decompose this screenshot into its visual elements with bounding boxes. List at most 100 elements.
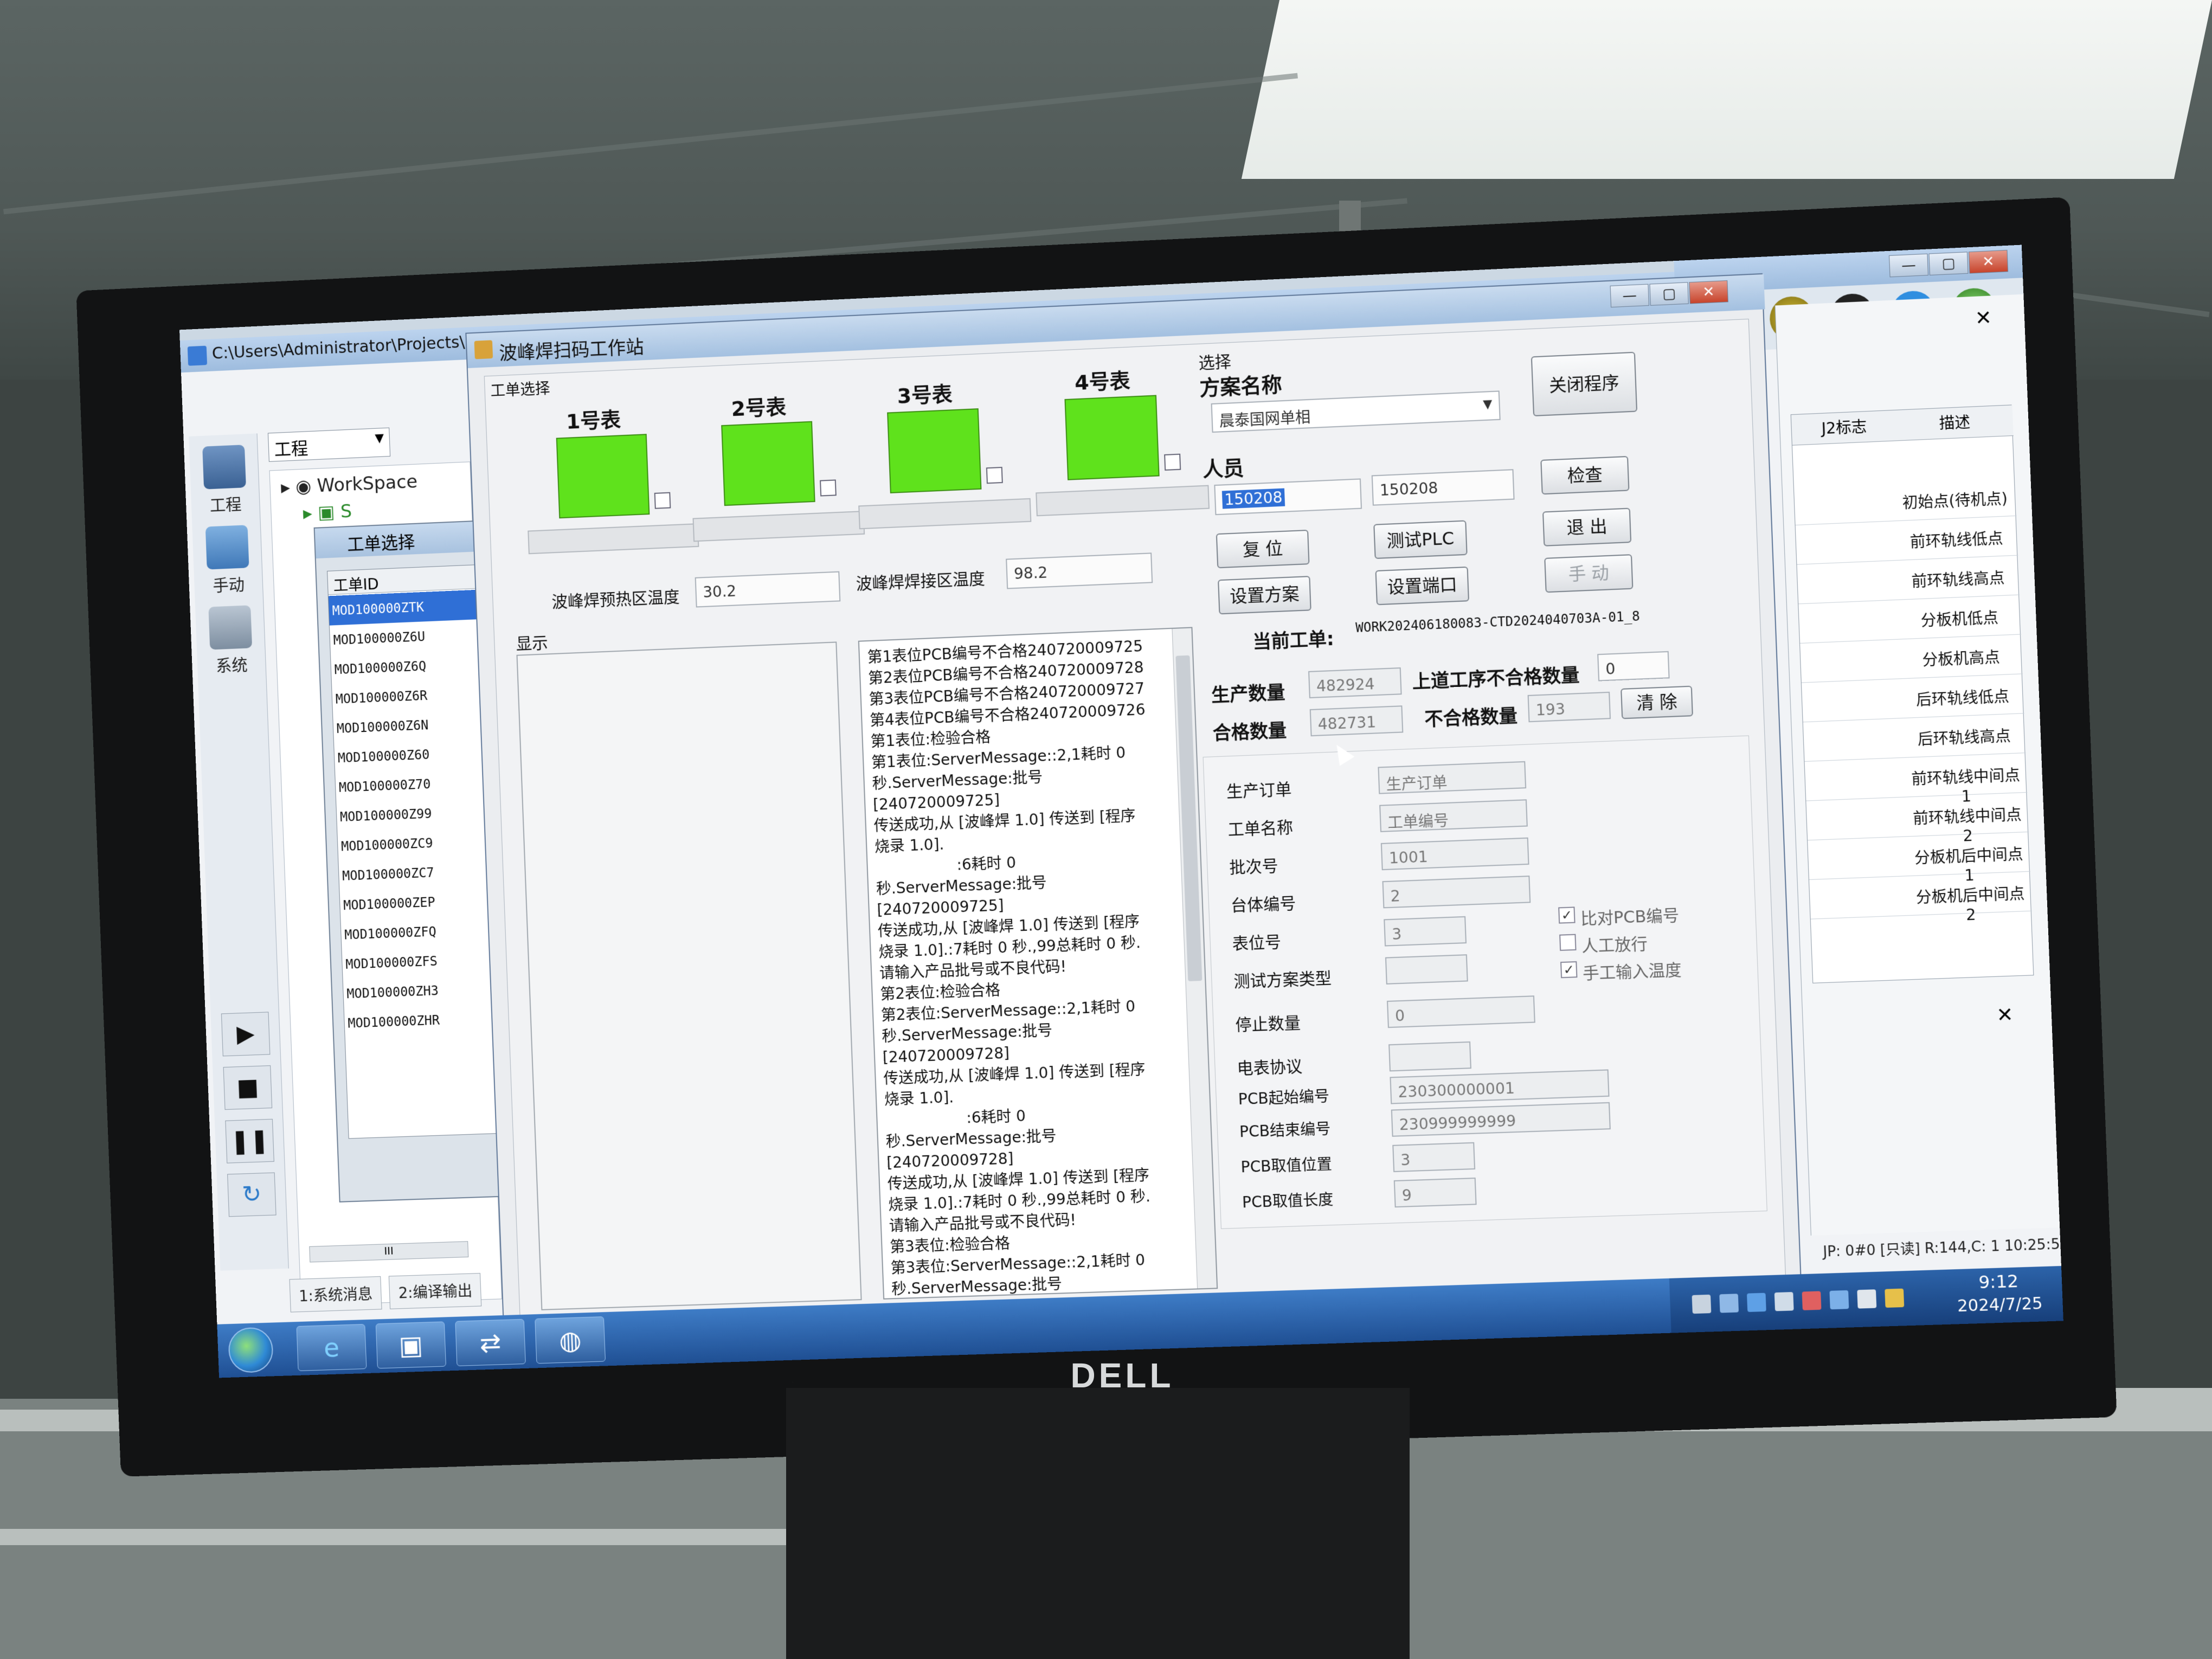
protocol-field[interactable] bbox=[1388, 1041, 1471, 1072]
pcb-pos-field[interactable]: 3 bbox=[1392, 1142, 1476, 1173]
chevron-down-icon: ▼ bbox=[1482, 397, 1493, 411]
close-icon[interactable]: ✕ bbox=[1996, 1004, 2014, 1027]
plan-select-value: 晨泰国网单相 bbox=[1219, 408, 1311, 430]
meter-2-bar bbox=[692, 511, 865, 542]
check-button[interactable]: 检查 bbox=[1540, 455, 1630, 495]
pcb-end-field[interactable]: 230999999999 bbox=[1391, 1102, 1611, 1137]
close-program-button[interactable]: 关闭程序 bbox=[1531, 351, 1638, 417]
log-textbox[interactable]: 第1表位PCB编号不合格240720009725 第2表位PCB编号不合格240… bbox=[858, 627, 1218, 1300]
minimize-button[interactable]: — bbox=[1610, 284, 1649, 308]
project-combo[interactable]: 工程 ▼ bbox=[267, 427, 391, 462]
solder-temp-label: 波峰焊焊接区温度 bbox=[856, 569, 986, 594]
app-icon bbox=[187, 345, 208, 366]
rail bbox=[0, 1529, 813, 1545]
tray-icon[interactable] bbox=[1829, 1290, 1849, 1310]
volume-icon[interactable] bbox=[1802, 1291, 1822, 1310]
batch-field[interactable]: 1001 bbox=[1380, 837, 1529, 871]
manual-button[interactable]: 手 动 bbox=[1544, 554, 1634, 593]
position-field[interactable]: 3 bbox=[1384, 916, 1467, 947]
meter-3-status bbox=[887, 408, 982, 494]
pause-button[interactable]: ❚❚ bbox=[225, 1118, 274, 1163]
person-display-field[interactable]: 150208 bbox=[1371, 469, 1515, 506]
meter-1-checkbox[interactable] bbox=[654, 492, 671, 509]
stop-button[interactable]: ■ bbox=[223, 1065, 273, 1110]
pcb-len-field[interactable]: 9 bbox=[1393, 1178, 1477, 1208]
manual-temp-label: 手工输入温度 bbox=[1582, 961, 1682, 983]
person-label: 人员 bbox=[1202, 455, 1245, 482]
test-type-label: 测试方案类型 bbox=[1233, 969, 1332, 992]
pcb-start-field[interactable]: 230300000001 bbox=[1390, 1069, 1610, 1104]
start-button[interactable] bbox=[228, 1327, 274, 1373]
tray-icon[interactable] bbox=[1857, 1289, 1877, 1309]
close-button[interactable]: ✕ bbox=[1968, 249, 2009, 274]
fail-qty-label: 不合格数量 bbox=[1424, 705, 1518, 731]
meter-2-status bbox=[721, 421, 815, 506]
solder-temp-field[interactable]: 98.2 bbox=[1006, 552, 1153, 589]
meter-2-checkbox[interactable] bbox=[820, 479, 837, 497]
manual-release-label: 人工放行 bbox=[1581, 934, 1648, 956]
app-title: 波峰焊扫码工作站 bbox=[498, 336, 645, 365]
stop-qty-field[interactable]: 0 bbox=[1387, 995, 1535, 1028]
minimize-button[interactable]: — bbox=[1889, 253, 1928, 278]
set-port-button[interactable]: 设置端口 bbox=[1375, 566, 1469, 606]
bench-field[interactable]: 2 bbox=[1382, 876, 1531, 909]
row-desc: 分板机后中间点2 bbox=[1915, 884, 2025, 924]
project-icon bbox=[202, 445, 246, 490]
app-taskbar-button[interactable]: ⇄ bbox=[455, 1319, 526, 1366]
tree-workspace[interactable]: ▸ ◉ WorkSpace bbox=[280, 471, 417, 499]
meter-3-bar bbox=[858, 498, 1032, 530]
prev-fail-field[interactable]: 0 bbox=[1597, 651, 1670, 681]
clock-time[interactable]: 9:12 bbox=[1978, 1271, 2019, 1293]
system-button[interactable]: 系统 bbox=[201, 605, 261, 683]
refresh-button[interactable]: ↻ bbox=[227, 1172, 276, 1217]
hand-icon bbox=[205, 525, 249, 570]
test-type-field[interactable] bbox=[1385, 954, 1468, 985]
manual-button[interactable]: 手动 bbox=[197, 525, 258, 602]
meter-4-checkbox[interactable] bbox=[1164, 453, 1181, 471]
meter-3-checkbox[interactable] bbox=[986, 467, 1003, 484]
reset-button[interactable]: 复 位 bbox=[1216, 529, 1310, 569]
tab-system-messages[interactable]: 1:系统消息 bbox=[289, 1276, 382, 1313]
pass-qty-field: 482731 bbox=[1309, 705, 1404, 737]
tray-icon[interactable] bbox=[1719, 1294, 1739, 1313]
set-plan-button[interactable]: 设置方案 bbox=[1218, 576, 1311, 615]
clock-date[interactable]: 2024/7/25 bbox=[1957, 1294, 2043, 1316]
manual-temp-checkbox[interactable]: ✓ bbox=[1560, 961, 1578, 979]
window-switch-button[interactable]: ▣ bbox=[375, 1321, 446, 1369]
order-info-panel: 生产订单 生产订单 工单名称 工单编号 批次号 1001 台体编号 2 表位号 … bbox=[1203, 735, 1767, 1229]
table-row[interactable]: 分板机后中间点2 bbox=[1809, 871, 2032, 924]
person-field[interactable]: 150208 bbox=[1214, 478, 1362, 516]
tray-icon[interactable] bbox=[1746, 1293, 1766, 1312]
tray-icon[interactable] bbox=[1885, 1288, 1905, 1308]
tab-compile-output[interactable]: 2:编译输出 bbox=[389, 1273, 482, 1309]
prod-order-field[interactable]: 生产订单 bbox=[1378, 761, 1527, 794]
compare-pcb-checkbox[interactable]: ✓ bbox=[1558, 906, 1576, 924]
meter-4-bar bbox=[1036, 485, 1210, 517]
stop-qty-label: 停止数量 bbox=[1234, 1013, 1301, 1036]
column-header: J2标志 bbox=[1791, 410, 1898, 446]
close-icon[interactable]: ✕ bbox=[1975, 307, 1992, 330]
tree-child[interactable]: ▸ ▣ S bbox=[303, 500, 352, 524]
ide-path: C:\Users\Administrator\Projects\ bbox=[211, 332, 465, 363]
manual-release-checkbox[interactable] bbox=[1559, 934, 1577, 951]
network-icon[interactable] bbox=[1774, 1292, 1794, 1311]
ie-button[interactable]: e bbox=[296, 1324, 367, 1371]
row-desc: 后环轨线低点 bbox=[1915, 687, 2010, 709]
preheat-temp-field[interactable]: 30.2 bbox=[695, 571, 841, 608]
play-button[interactable]: ▶ bbox=[221, 1012, 271, 1057]
test-plc-button[interactable]: 测试PLC bbox=[1373, 520, 1468, 560]
pcb-pos-label: PCB取值位置 bbox=[1240, 1155, 1333, 1176]
order-name-field[interactable]: 工单编号 bbox=[1379, 799, 1528, 832]
project-label: 工程 bbox=[209, 495, 242, 516]
order-select-label: 工单选择 bbox=[490, 379, 551, 400]
project-button[interactable]: 工程 bbox=[195, 445, 255, 522]
exit-button[interactable]: 退 出 bbox=[1542, 507, 1632, 546]
tree-child-label: S bbox=[340, 500, 352, 523]
clear-button[interactable]: 清 除 bbox=[1621, 685, 1693, 719]
globe-taskbar-button[interactable]: ◍ bbox=[535, 1316, 606, 1364]
close-button[interactable]: ✕ bbox=[1689, 280, 1728, 304]
maximize-button[interactable]: ▢ bbox=[1649, 282, 1689, 306]
maximize-button[interactable]: ▢ bbox=[1928, 252, 1969, 276]
row-desc: 前环轨线高点 bbox=[1911, 569, 2005, 591]
tray-icon[interactable] bbox=[1692, 1294, 1712, 1314]
